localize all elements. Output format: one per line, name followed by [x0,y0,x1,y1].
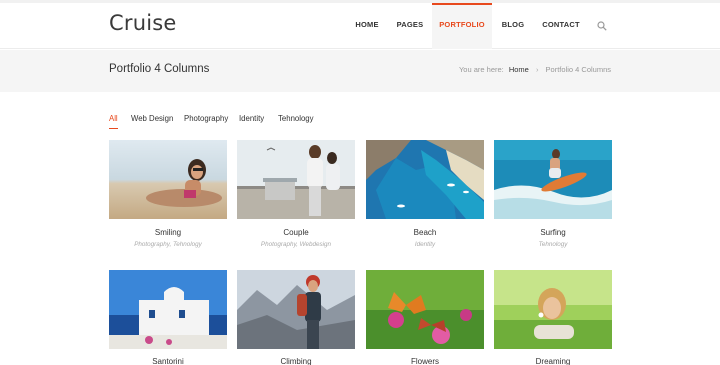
portfolio-tags-smiling: Photography, Tehnology [134,241,202,248]
page-title: Portfolio 4 Columns [109,63,210,75]
filter-tehnology[interactable]: Tehnology [278,114,314,123]
portfolio-title-dreaming[interactable]: Dreaming [494,357,612,365]
nav-item-home[interactable]: HOME [348,3,386,49]
portfolio-image-smiling[interactable] [109,140,227,219]
breadcrumb-current: Portfolio 4 Columns [545,65,611,74]
breadcrumb: You are here: Home › Portfolio 4 Columns [459,65,611,74]
portfolio-image-santorini[interactable] [109,270,227,349]
portfolio-image-dreaming[interactable] [494,270,612,349]
search-icon[interactable] [597,21,607,31]
portfolio-title-climbing[interactable]: Climbing [237,357,355,365]
breadcrumb-home-link[interactable]: Home [509,65,529,74]
filter-web-design[interactable]: Web Design [131,114,173,123]
nav-item-portfolio[interactable]: PORTFOLIO [432,3,492,49]
filter-all[interactable]: All [109,114,118,129]
portfolio-title-flowers[interactable]: Flowers [366,357,484,365]
nav-item-pages[interactable]: PAGES [391,3,429,49]
portfolio-tags-beach: Identity [414,241,436,248]
portfolio-image-flowers[interactable] [366,270,484,349]
portfolio-image-beach[interactable] [366,140,484,219]
portfolio-title-smiling[interactable]: Smiling [109,228,227,237]
portfolio-title-santorini[interactable]: Santorini [109,357,227,365]
filter-identity[interactable]: Identity [239,114,264,123]
page-title-bar: Portfolio 4 Columns You are here: Home ›… [0,50,720,92]
portfolio-title-couple[interactable]: Couple [237,228,355,237]
nav-item-contact[interactable]: CONTACT [537,3,585,49]
nav-item-blog[interactable]: BLOG [496,3,530,49]
portfolio-image-surfing[interactable] [494,140,612,219]
breadcrumb-prefix: You are here: [458,65,504,74]
breadcrumb-separator: › [535,65,539,74]
site-logo[interactable]: Cruise [109,11,177,35]
portfolio-title-beach[interactable]: Beach [366,228,484,237]
portfolio-image-climbing[interactable] [237,270,355,349]
site-header: Cruise HOME PAGES PORTFOLIO BLOG CONTACT [0,3,720,49]
portfolio-tags-couple: Photography, Webdesign [260,241,332,248]
portfolio-tags-surfing: Tehnology [538,241,568,248]
portfolio-image-couple[interactable] [237,140,355,219]
filter-photography[interactable]: Photography [184,114,228,123]
portfolio-title-surfing[interactable]: Surfing [494,228,612,237]
